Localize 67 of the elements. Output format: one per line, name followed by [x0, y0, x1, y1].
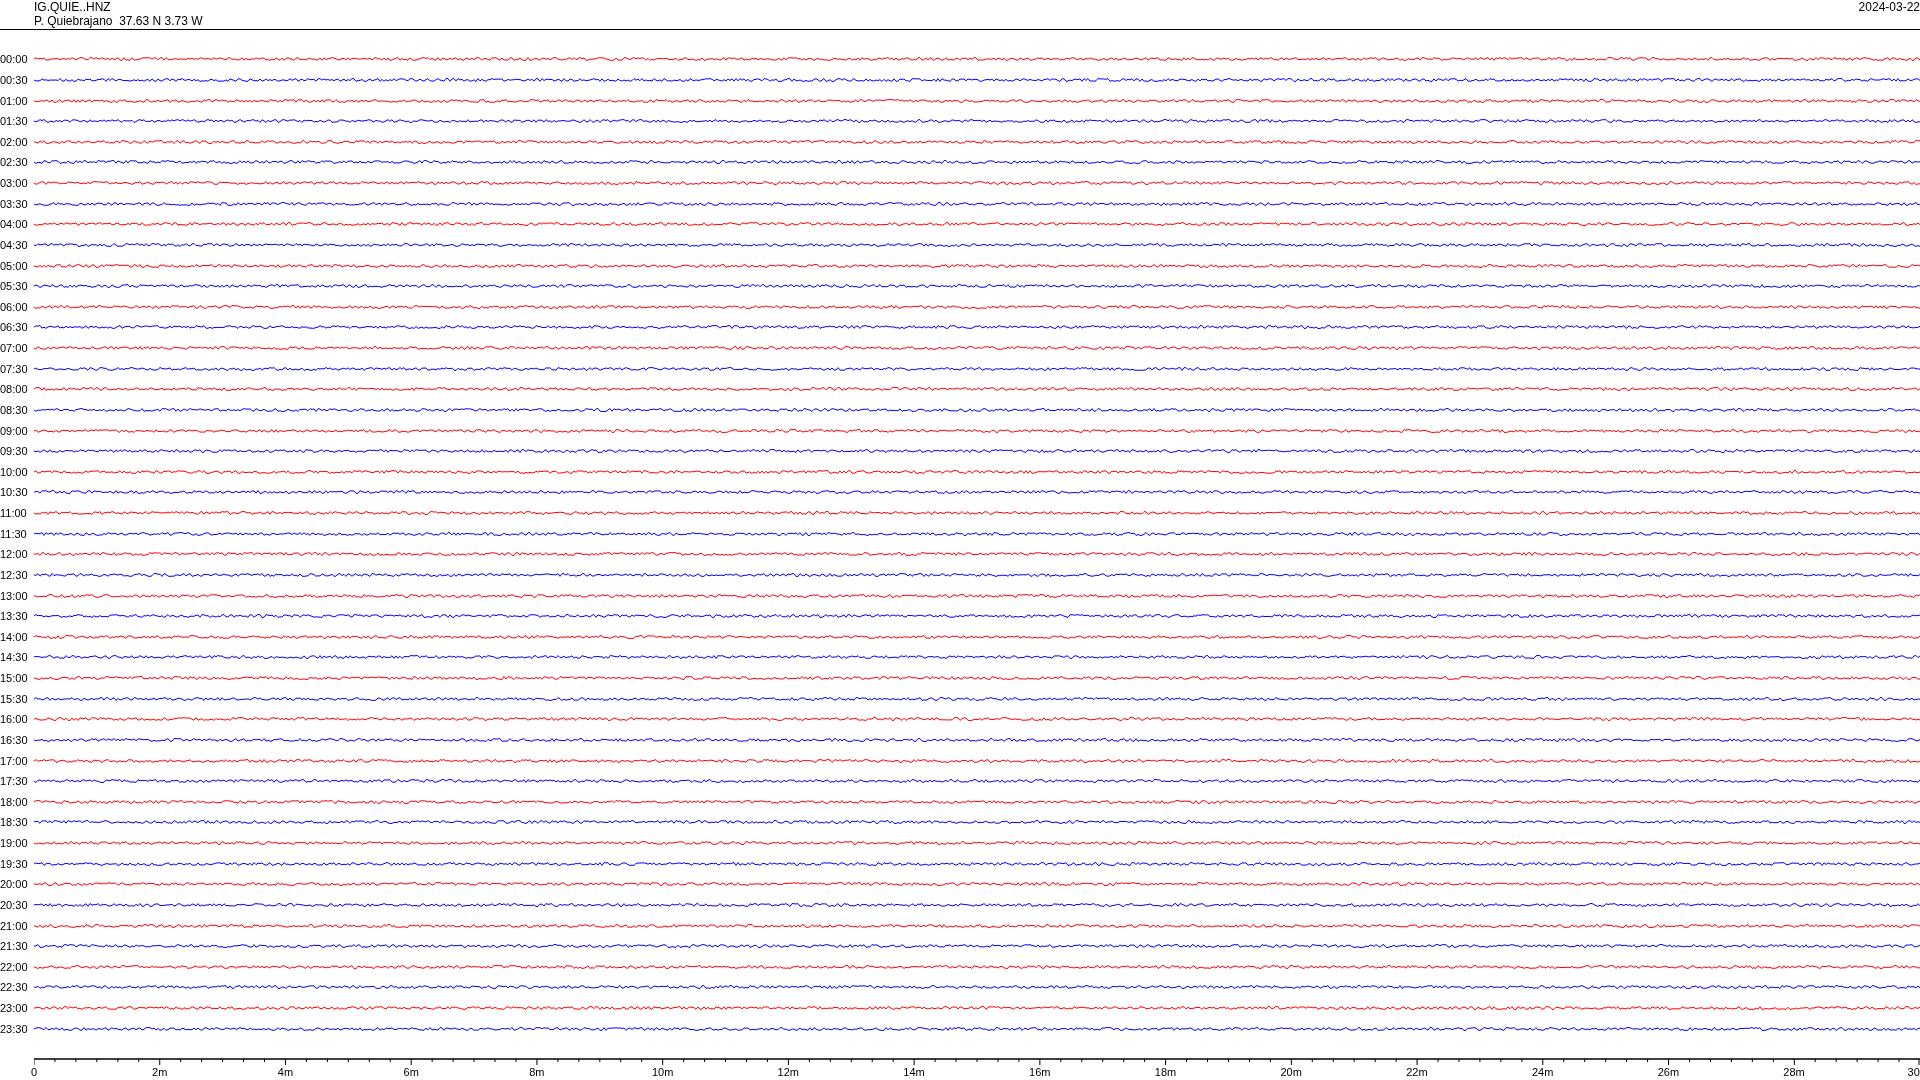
time-label: 16:00: [0, 713, 29, 726]
axis-tick-label: 4m: [277, 1066, 294, 1080]
axis-tick-label: 12m: [777, 1066, 799, 1080]
time-label: 22:00: [0, 960, 29, 973]
time-label: 22:30: [0, 981, 29, 994]
time-label: 03:00: [0, 177, 29, 190]
time-label: 04:00: [0, 218, 29, 231]
time-label: 10:00: [0, 465, 29, 478]
station-code: IG.QUIE..HNZ: [34, 0, 112, 14]
time-label: 01:30: [0, 115, 29, 128]
axis-tick-label: 2m: [152, 1066, 168, 1080]
time-label: 08:00: [0, 383, 29, 396]
time-label: 11:30: [0, 527, 28, 540]
axis-tick-label: 6m: [403, 1066, 419, 1080]
axis-tick-label: 22m: [1406, 1066, 1428, 1080]
axis-tick-label: 24m: [1531, 1066, 1554, 1080]
record-date: 2024-03-22: [1858, 0, 1920, 14]
time-label: 14:00: [0, 630, 29, 643]
axis-tick-label: 8m: [529, 1066, 545, 1080]
axis-tick-label: 16m: [1029, 1066, 1051, 1080]
axis-tick-label: 0: [30, 1066, 38, 1080]
time-label: 20:30: [0, 898, 29, 911]
time-label: 12:30: [0, 568, 29, 581]
time-label: 15:00: [0, 672, 29, 685]
time-label: 03:30: [0, 197, 29, 210]
time-label: 21:00: [0, 919, 29, 932]
time-label: 04:30: [0, 238, 29, 251]
time-label: 01:00: [0, 94, 29, 107]
time-label: 07:30: [0, 362, 29, 375]
time-label: 10:30: [0, 486, 29, 499]
time-label: 18:30: [0, 816, 29, 829]
time-label: 13:00: [0, 589, 29, 602]
time-label: 21:30: [0, 940, 29, 953]
time-label: 05:30: [0, 280, 29, 293]
time-label: 00:00: [0, 53, 29, 66]
axis-tick-label: 20m: [1280, 1066, 1302, 1080]
axis-tick-label: 26m: [1657, 1066, 1680, 1080]
time-label: 23:00: [0, 1002, 29, 1015]
axis-tick-label: 30: [1907, 1066, 1920, 1080]
time-label: 17:30: [0, 775, 29, 788]
time-label: 06:00: [0, 300, 29, 313]
axis-tick-label: 14m: [903, 1066, 925, 1080]
axis-tick-label: 28m: [1783, 1066, 1805, 1080]
time-label: 02:00: [0, 135, 29, 148]
time-label: 06:30: [0, 321, 29, 334]
time-label: 17:00: [0, 754, 29, 767]
time-label: 19:30: [0, 857, 29, 870]
time-label: 20:00: [0, 878, 29, 891]
time-label: 16:30: [0, 733, 29, 746]
axis-tick-label: 18m: [1154, 1066, 1177, 1080]
axis-tick-label: 10m: [651, 1066, 674, 1080]
time-label: 14:30: [0, 651, 29, 664]
time-label: 07:00: [0, 342, 29, 355]
time-label: 19:00: [0, 837, 29, 850]
time-label: 02:30: [0, 156, 29, 169]
station-location: P. Quiebrajano 37.63 N 3.73 W: [34, 14, 203, 28]
time-label: 00:30: [0, 73, 29, 86]
time-label: 08:30: [0, 403, 29, 416]
time-label: 15:30: [0, 692, 29, 705]
time-label: 12:00: [0, 548, 29, 561]
time-label: 18:00: [0, 795, 29, 808]
time-label: 11:00: [0, 507, 28, 520]
time-label: 09:30: [0, 445, 29, 458]
time-label: 13:30: [0, 610, 29, 623]
time-label: 05:00: [0, 259, 29, 272]
time-label: 09:00: [0, 424, 29, 437]
time-label: 23:30: [0, 1022, 29, 1035]
